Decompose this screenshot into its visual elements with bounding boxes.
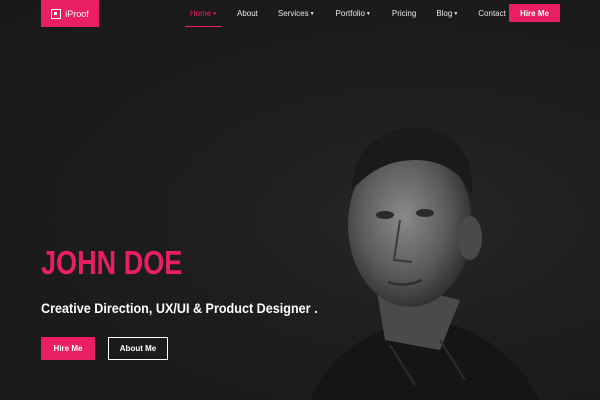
brand-name: iProof: [65, 8, 89, 19]
caret-down-icon: ▼: [453, 10, 459, 17]
nav-item-services[interactable]: Services ▼: [278, 0, 315, 27]
logo-icon: [51, 8, 62, 19]
brand-logo[interactable]: iProof: [41, 0, 99, 27]
caret-down-icon: ▼: [212, 10, 218, 17]
hero-name: JOHN DOE: [41, 244, 183, 281]
hero-portrait: [310, 127, 540, 400]
nav-item-contact[interactable]: Contact: [478, 0, 506, 27]
nav-item-blog[interactable]: Blog ▼: [436, 0, 458, 27]
nav-item-home[interactable]: Home ▼: [185, 0, 222, 27]
nav-item-portfolio[interactable]: Portfolio ▼: [336, 0, 371, 27]
about-me-button[interactable]: About Me: [108, 337, 168, 360]
hire-me-button[interactable]: Hire Me: [41, 337, 95, 360]
hire-me-nav-button[interactable]: Hire Me: [509, 4, 560, 22]
main-menu: Home ▼ About Services ▼ Portfolio ▼ Pricing…: [185, 0, 506, 27]
nav-item-pricing[interactable]: Pricing: [392, 0, 416, 27]
navbar: iProof Home ▼ About Services ▼ Portfolio ▼ …: [0, 0, 600, 30]
caret-down-icon: ▼: [309, 10, 315, 17]
hero-subtitle: Creative Direction, UX/UI & Product Desi…: [41, 300, 318, 316]
nav-item-about[interactable]: About: [237, 0, 258, 27]
caret-down-icon: ▼: [365, 10, 371, 17]
